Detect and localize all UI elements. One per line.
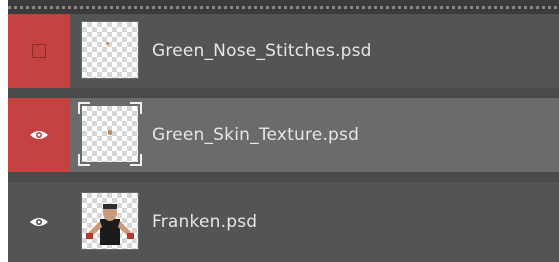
thumbnail-content [108,130,112,135]
visibility-toggle[interactable] [8,182,70,262]
layer-row-franken[interactable]: Franken.psd [8,182,559,262]
layer-thumbnail [78,102,142,166]
layers-panel: Green_Nose_Stitches.psd Green_Skin_Textu… [8,0,559,262]
layer-name[interactable]: Green_Skin_Texture.psd [152,98,359,172]
eye-icon [30,131,48,139]
layer-row-green-skin-texture[interactable]: Green_Skin_Texture.psd [8,98,559,172]
layer-thumbnail [81,21,139,79]
person-photo-thumbnail-icon [86,204,134,245]
layer-thumbnail [81,192,139,250]
eye-icon [30,218,48,226]
layer-row-green-nose-stitches[interactable]: Green_Nose_Stitches.psd [8,14,559,88]
selection-corner [78,154,90,166]
visibility-toggle[interactable] [8,98,70,172]
row-divider [8,88,559,98]
empty-visibility-box [32,44,46,58]
selection-corner [78,102,90,114]
selection-corner [130,102,142,114]
thumbnail-content [106,42,109,45]
visibility-toggle[interactable] [8,14,70,88]
layer-name[interactable]: Green_Nose_Stitches.psd [152,14,372,88]
layer-name[interactable]: Franken.psd [152,182,257,262]
row-divider [8,172,559,182]
selection-corner [130,154,142,166]
panel-top-strip [8,0,559,14]
